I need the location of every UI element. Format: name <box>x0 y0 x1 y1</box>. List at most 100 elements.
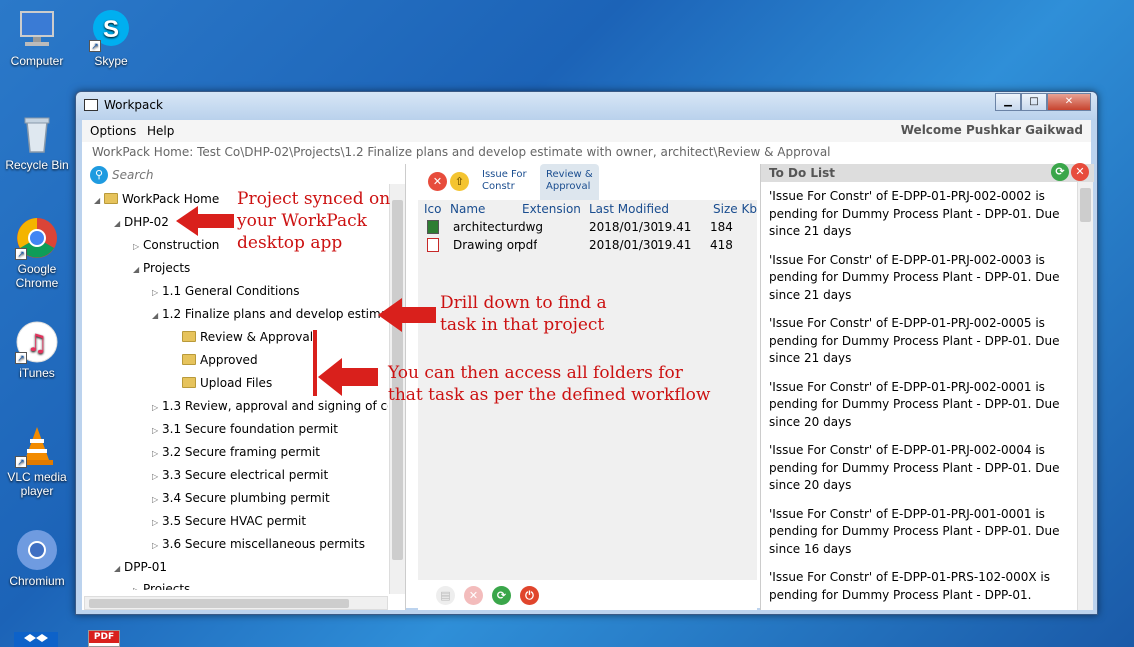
folder-icon <box>182 331 196 342</box>
collapsed-arrow-icon[interactable]: ▷ <box>133 238 143 256</box>
collapsed-arrow-icon[interactable]: ▷ <box>152 468 162 486</box>
search-input[interactable] <box>112 166 382 184</box>
refresh-icon[interactable]: ⟳ <box>492 586 511 605</box>
tree-node-dpp-01[interactable]: ◢ DPP-01 <box>114 558 167 576</box>
window-title: Workpack <box>104 98 163 112</box>
tree-node-label: 1.3 Review, approval and signing of cont… <box>162 399 388 413</box>
maximize-button[interactable]: □ <box>1021 93 1047 111</box>
close-icon[interactable]: ✕ <box>1071 163 1089 181</box>
menu-options[interactable]: Options <box>90 124 136 138</box>
shortcut-arrow-icon: ↗ <box>89 40 101 52</box>
scroll-thumb[interactable] <box>1080 188 1091 222</box>
tree-node-label: DPP-01 <box>124 560 168 574</box>
reject-icon[interactable]: ✕ <box>428 172 447 191</box>
tree-node-task[interactable]: ◢1.2 Finalize plans and develop estimate… <box>152 305 388 323</box>
tree-node-task[interactable]: ▷ 3.1 Secure foundation permit <box>152 420 338 438</box>
list-item[interactable]: 'Issue For Constr' of E-DPP-01-PRJ-002-0… <box>765 379 1073 432</box>
svg-text:S: S <box>103 16 119 43</box>
file-time: 19.41 <box>657 238 692 252</box>
file-name: architectura <box>453 220 519 234</box>
collapsed-arrow-icon[interactable]: ▷ <box>152 514 162 532</box>
list-item[interactable]: 'Issue For Constr' of E-DPP-01-PRJ-002-0… <box>765 188 1073 241</box>
list-item[interactable]: 'Issue For Constr' of E-DPP-01-PRJ-002-0… <box>765 315 1073 368</box>
scroll-thumb[interactable] <box>89 599 349 608</box>
menu-help[interactable]: Help <box>147 124 174 138</box>
desktop-icon-itunes[interactable]: ♫ ↗ iTunes <box>2 320 72 380</box>
folder-icon <box>182 377 196 388</box>
minimize-button[interactable]: ▁ <box>995 93 1021 111</box>
column-header-size[interactable]: Size Kb <box>713 202 757 216</box>
expanded-arrow-icon[interactable]: ◢ <box>133 261 143 279</box>
desktop-icon-recycle-bin[interactable]: Recycle Bin <box>2 112 72 172</box>
tree-horizontal-scrollbar[interactable] <box>84 596 388 610</box>
tree-node-task[interactable]: ▷ 3.6 Secure miscellaneous permits <box>152 535 365 553</box>
tree-node-approved[interactable]: Approved <box>182 351 258 369</box>
expanded-arrow-icon[interactable]: ◢ <box>114 215 124 233</box>
tree-node-task[interactable]: ▷ 3.2 Secure framing permit <box>152 443 320 461</box>
desktop-icon-label: Chromium <box>9 574 65 588</box>
desktop-icon-chromium[interactable]: Chromium <box>2 528 72 588</box>
tree-node-task[interactable]: ▷ 3.4 Secure plumbing permit <box>152 489 330 507</box>
vlc-cone-icon: ↗ <box>15 424 59 468</box>
annotation-line: Drill down to find a <box>440 293 607 313</box>
list-item[interactable]: 'Issue For Constr' of E-DPP-01-PRS-102-0… <box>765 569 1073 604</box>
tab-issue-for-constr[interactable]: Issue For Constr <box>476 164 533 202</box>
desktop-icon-label: Google Chrome <box>15 262 59 290</box>
desktop-icon-skype[interactable]: S ↗ Skype <box>76 8 146 68</box>
delete-icon[interactable]: ✕ <box>464 586 483 605</box>
tree-node-label: Projects <box>143 261 191 275</box>
tree-node-task[interactable]: ▷ 3.5 Secure HVAC permit <box>152 512 306 530</box>
tree-node-projects[interactable]: ▷Projects <box>133 580 190 590</box>
itunes-icon: ♫ ↗ <box>15 320 59 364</box>
todo-vertical-scrollbar[interactable] <box>1077 182 1093 610</box>
tree-node-label: 1.2 Finalize plans and develop estimate … <box>162 307 388 321</box>
tree-node-upload-files[interactable]: Upload Files <box>182 374 272 392</box>
tab-label: Approval <box>546 181 591 192</box>
collapsed-arrow-icon[interactable]: ▷ <box>152 284 162 302</box>
tree-node-construction[interactable]: ▷ Construction <box>133 236 219 254</box>
open-folder-icon[interactable]: ▤ <box>436 586 455 605</box>
desktop-icon-vlc[interactable]: ↗ VLC media player <box>2 424 72 498</box>
collapsed-arrow-icon[interactable]: ▷ <box>152 422 162 440</box>
tab-review-approval[interactable]: Review & Approval <box>540 164 599 202</box>
desktop-icon-computer[interactable]: Computer <box>2 8 72 68</box>
search-icon[interactable]: ⚲ <box>90 166 108 184</box>
tree-node-task[interactable]: ▷ 3.3 Secure electrical permit <box>152 466 328 484</box>
collapsed-arrow-icon[interactable]: ▷ <box>152 491 162 509</box>
tree-node-projects[interactable]: ◢ Projects <box>133 259 190 277</box>
menu-bar: Options Help Welcome Pushkar Gaikwad <box>82 120 1091 142</box>
list-item[interactable]: 'Issue For Constr' of E-DPP-01-PRJ-002-0… <box>765 442 1073 495</box>
move-up-icon[interactable]: ⇧ <box>450 172 469 191</box>
refresh-icon[interactable]: ⟳ <box>1051 163 1069 181</box>
tree-node-label: 3.6 Secure miscellaneous permits <box>162 537 365 551</box>
file-name: Drawing or <box>453 238 519 252</box>
tree-node-dhp-02[interactable]: ◢ DHP-02 <box>114 213 169 231</box>
column-header-last-modified[interactable]: Last Modified <box>589 202 669 216</box>
red-arrow-icon <box>378 298 436 332</box>
expanded-arrow-icon[interactable]: ◢ <box>152 307 162 325</box>
bracket-bar <box>313 330 317 396</box>
pdf-file-icon[interactable]: PDF <box>88 630 120 647</box>
list-item[interactable]: 'Issue For Constr' of E-DPP-01-PRJ-001-0… <box>765 506 1073 559</box>
collapsed-arrow-icon[interactable]: ▷ <box>152 399 162 417</box>
tree-node-label: 1.1 General Conditions <box>162 284 300 298</box>
tree-node-task[interactable]: ▷ 1.3 Review, approval and signing of con… <box>152 397 388 415</box>
collapsed-arrow-icon[interactable]: ▷ <box>152 537 162 555</box>
desktop-icon-google-chrome[interactable]: ↗ Google Chrome <box>2 216 72 290</box>
collapsed-arrow-icon[interactable]: ▷ <box>133 582 143 590</box>
dropbox-icon[interactable] <box>14 632 58 647</box>
close-button[interactable]: ✕ <box>1047 93 1091 111</box>
tree-node-review-approval[interactable]: Review & Approval <box>182 328 313 346</box>
power-icon[interactable]: ⏻ <box>520 586 539 605</box>
expanded-arrow-icon[interactable]: ◢ <box>114 560 124 578</box>
tree-node-task[interactable]: ▷ 1.1 General Conditions <box>152 282 300 300</box>
column-header-icon[interactable]: Ico <box>424 202 441 216</box>
list-item[interactable]: 'Issue For Constr' of E-DPP-01-PRJ-002-0… <box>765 252 1073 305</box>
expanded-arrow-icon[interactable]: ◢ <box>94 192 104 210</box>
column-header-extension[interactable]: Extension <box>522 202 581 216</box>
collapsed-arrow-icon[interactable]: ▷ <box>152 445 162 463</box>
search-row: ⚲ <box>86 165 386 187</box>
column-header-name[interactable]: Name <box>450 202 485 216</box>
title-bar[interactable]: Workpack ▁ □ ✕ <box>76 92 1097 120</box>
chromium-icon <box>15 528 59 572</box>
